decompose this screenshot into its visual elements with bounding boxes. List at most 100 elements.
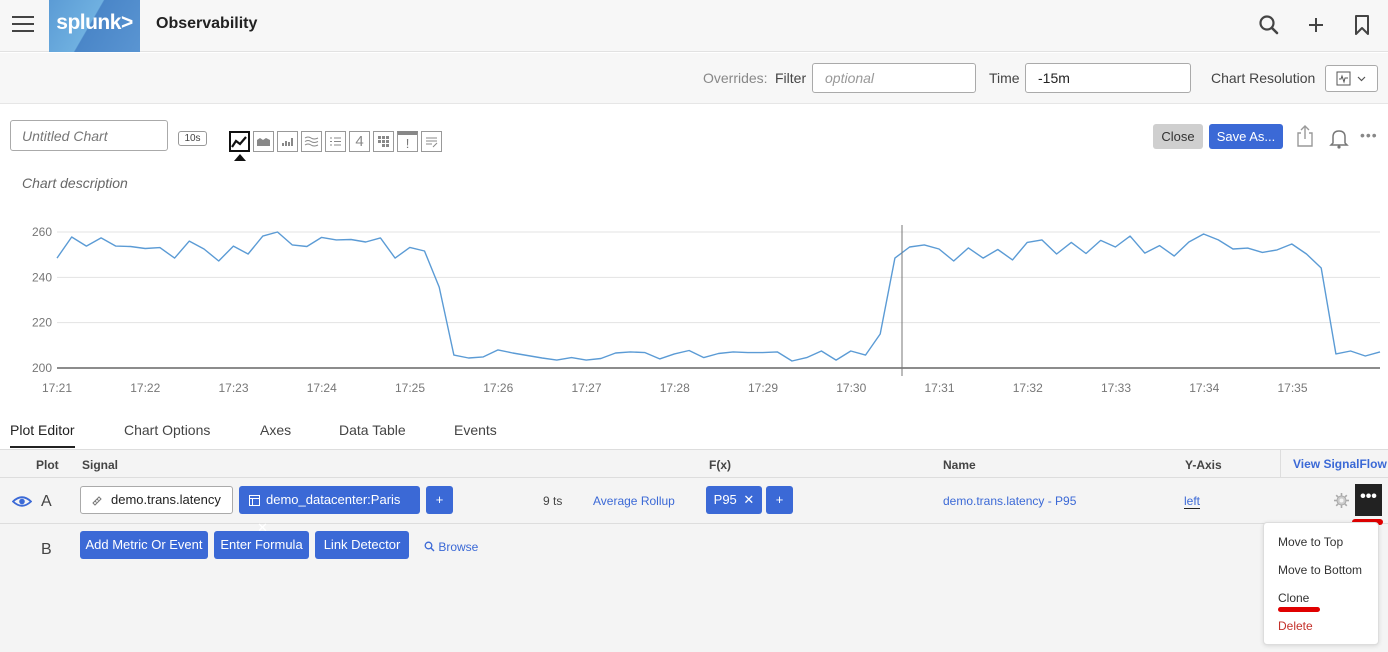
- function-pill[interactable]: P95 ✕: [706, 486, 762, 514]
- tab-axes[interactable]: Axes: [260, 422, 291, 446]
- x-tick-label: 17:23: [218, 381, 248, 395]
- chart-type-text-icon[interactable]: [421, 131, 442, 152]
- tab-data-table[interactable]: Data Table: [339, 422, 406, 446]
- chart-type-line-icon[interactable]: [229, 131, 250, 152]
- x-tick-label: 17:26: [483, 381, 513, 395]
- chart-resolution-dropdown[interactable]: [1325, 65, 1378, 92]
- x-tick-label: 17:24: [307, 381, 337, 395]
- more-options-icon[interactable]: •••: [1360, 127, 1378, 143]
- rollup-link[interactable]: Average Rollup: [593, 494, 675, 508]
- plot-letter-a: A: [41, 493, 52, 510]
- menu-item-move-to-bottom[interactable]: Move to Bottom: [1278, 563, 1362, 577]
- red-underline-annotation: [1278, 607, 1320, 612]
- x-tick-label: 17:30: [836, 381, 866, 395]
- gear-icon[interactable]: [1333, 492, 1350, 509]
- filter-pill[interactable]: demo_datacenter:Paris ✕: [239, 486, 420, 535]
- chart-type-event-feed-icon[interactable]: !: [397, 131, 418, 152]
- search-icon[interactable]: [1257, 13, 1281, 37]
- plot-more-button[interactable]: •••: [1355, 484, 1382, 516]
- function-pill-label: P95: [713, 492, 737, 507]
- chart-type-selector: 4 !: [229, 131, 442, 152]
- chart-type-area-icon[interactable]: [253, 131, 274, 152]
- timeseries-count: 9 ts: [543, 494, 563, 508]
- line-chart[interactable]: 200 220 240 260 17:21 17:22 17:23 17:24 17:25 17…: [0, 210, 1388, 405]
- plot-row-a: A demo.trans.latency demo_datacenter:Par…: [0, 479, 1388, 535]
- chart-type-list-icon[interactable]: [325, 131, 346, 152]
- y-tick-label: 200: [32, 361, 52, 375]
- plot-context-menu: Move to Top Move to Bottom Clone Delete: [1263, 522, 1379, 645]
- dimension-icon: [249, 495, 260, 506]
- y-tick-label: 220: [32, 316, 52, 330]
- menu-item-delete[interactable]: Delete: [1278, 619, 1313, 633]
- time-input[interactable]: -15m: [1025, 63, 1191, 93]
- plot-name-link[interactable]: demo.trans.latency - P95: [943, 494, 1076, 508]
- add-metric-or-event-button[interactable]: Add Metric Or Event: [80, 531, 208, 559]
- enter-formula-button[interactable]: Enter Formula: [214, 531, 309, 559]
- y-tick-label: 240: [32, 270, 52, 284]
- plot-letter-b: B: [41, 541, 52, 558]
- app-title: Observability: [156, 15, 258, 32]
- remove-function-icon[interactable]: ✕: [743, 492, 754, 507]
- add-filter-button[interactable]: +: [426, 486, 453, 514]
- column-y-axis: Y-Axis: [1185, 458, 1222, 472]
- y-tick-label: 260: [32, 225, 52, 239]
- column-plot: Plot: [36, 458, 59, 472]
- overrides-label: Overrides:: [703, 70, 768, 86]
- chart-title-input[interactable]: Untitled Chart: [10, 120, 168, 151]
- tab-events[interactable]: Events: [454, 422, 497, 446]
- plot-editor-header: Plot Signal F(x) Name Y-Axis View Signal…: [0, 450, 1388, 478]
- x-tick-label: 17:25: [395, 381, 425, 395]
- bookmark-icon[interactable]: [1350, 13, 1374, 37]
- time-label: Time: [989, 70, 1020, 86]
- top-bar: splunk> Observability: [0, 0, 1388, 52]
- plus-icon[interactable]: [1304, 13, 1328, 37]
- x-tick-label: 17:29: [748, 381, 778, 395]
- filter-pill-label: demo_datacenter:Paris: [266, 492, 401, 507]
- column-signal: Signal: [82, 458, 119, 472]
- chart-type-single-value-icon[interactable]: 4: [349, 131, 370, 152]
- filter-label: Filter: [775, 70, 807, 86]
- signal-value: demo.trans.latency: [111, 492, 221, 507]
- browse-label: Browse: [438, 540, 479, 554]
- x-tick-label: 17:35: [1277, 381, 1307, 395]
- menu-item-move-to-top[interactable]: Move to Top: [1278, 535, 1343, 549]
- hamburger-menu-icon[interactable]: [12, 16, 34, 34]
- menu-item-clone[interactable]: Clone: [1278, 591, 1309, 605]
- x-tick-label: 17:33: [1101, 381, 1131, 395]
- browse-link[interactable]: Browse: [424, 540, 478, 554]
- save-as-button[interactable]: Save As...: [1209, 124, 1283, 149]
- add-function-button[interactable]: +: [766, 486, 793, 514]
- chart-type-heatmap-icon[interactable]: [373, 131, 394, 152]
- resolution-icon: [1336, 71, 1351, 86]
- tab-plot-editor[interactable]: Plot Editor: [10, 422, 75, 448]
- active-chart-type-pointer: [234, 154, 246, 161]
- column-name: Name: [943, 458, 976, 472]
- eye-icon[interactable]: [12, 495, 32, 508]
- filter-input[interactable]: optional: [812, 63, 976, 93]
- tab-chart-options[interactable]: Chart Options: [124, 422, 210, 446]
- metric-icon: [92, 496, 102, 506]
- chart-description: Chart description: [22, 175, 128, 191]
- x-tick-label: 17:31: [924, 381, 954, 395]
- x-tick-label: 17:21: [42, 381, 72, 395]
- y-axis-link[interactable]: left: [1184, 494, 1201, 509]
- chart-type-heatmap-lines-icon[interactable]: [301, 131, 322, 152]
- x-tick-label: 17:32: [1013, 381, 1043, 395]
- search-icon: [424, 541, 435, 552]
- x-tick-label: 17:28: [660, 381, 690, 395]
- bell-icon[interactable]: [1328, 127, 1350, 149]
- resolution-badge: 10s: [178, 131, 207, 146]
- overrides-bar: Overrides: Filter optional Time -15m Cha…: [0, 53, 1388, 104]
- chart-type-column-icon[interactable]: [277, 131, 298, 152]
- link-detector-button[interactable]: Link Detector: [315, 531, 409, 559]
- column-fx: F(x): [709, 458, 731, 472]
- signal-input[interactable]: demo.trans.latency: [80, 486, 233, 514]
- chart-editor-tabs: Plot Editor Chart Options Axes Data Tabl…: [0, 412, 1388, 450]
- plot-editor: Plot Signal F(x) Name Y-Axis View Signal…: [0, 450, 1388, 652]
- view-signalflow-link[interactable]: View SignalFlow: [1280, 450, 1387, 478]
- splunk-logo[interactable]: splunk>: [49, 0, 140, 52]
- x-tick-label: 17:22: [130, 381, 160, 395]
- close-button[interactable]: Close: [1153, 124, 1203, 149]
- chevron-down-icon: [1357, 76, 1366, 82]
- share-icon[interactable]: [1295, 124, 1315, 148]
